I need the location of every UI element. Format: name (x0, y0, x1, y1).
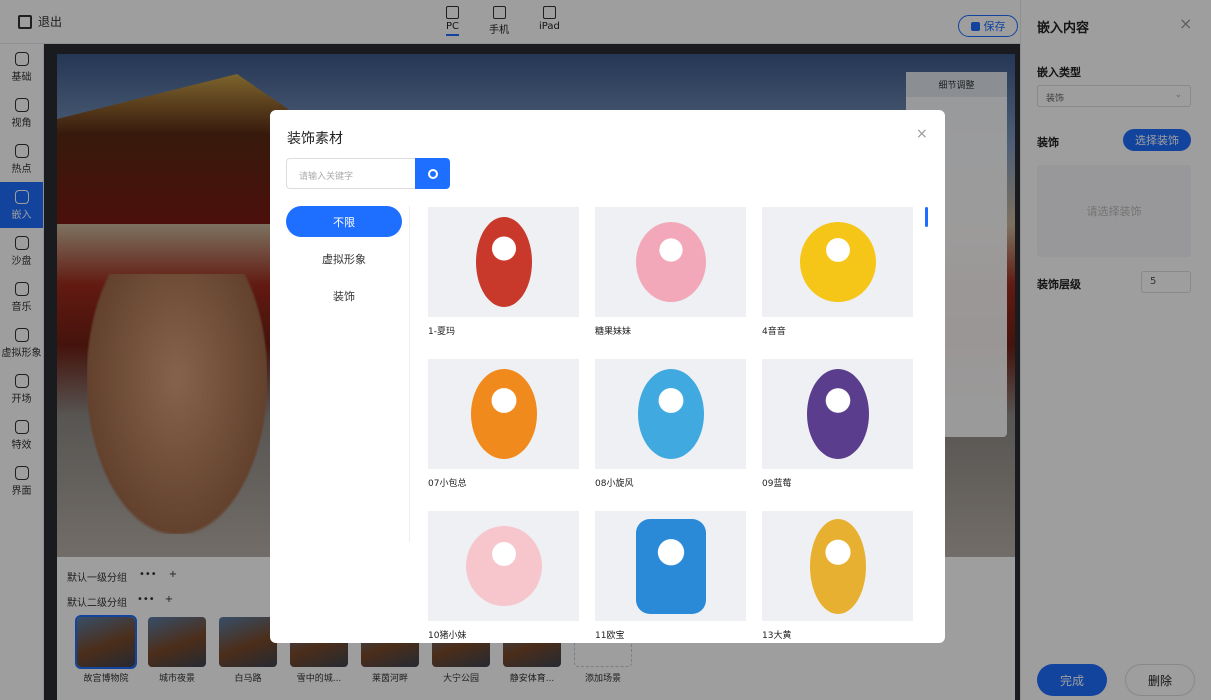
search-input[interactable]: 请输入关键字 (286, 158, 416, 189)
material-card[interactable]: 11欧宝 (595, 511, 746, 641)
material-card[interactable]: 糖果妹妹 (595, 207, 746, 337)
decor-material-modal: 装饰素材 × 请输入关键字 不限 虚拟形象 装饰 1-夏玛 糖果妹妹 4音音 0… (270, 110, 945, 643)
category-avatar[interactable]: 虚拟形象 (286, 243, 402, 274)
material-card[interactable]: 1-夏玛 (428, 207, 579, 337)
character-image (762, 359, 913, 469)
modal-title: 装饰素材 (287, 131, 343, 147)
character-figure (799, 222, 876, 302)
character-figure (809, 518, 866, 614)
character-figure (470, 369, 537, 459)
character-image (428, 207, 579, 317)
material-card[interactable]: 13大黄 (762, 511, 913, 641)
material-card[interactable]: 10猪小妹 (428, 511, 579, 641)
character-figure (465, 526, 542, 606)
category-decor[interactable]: 装饰 (286, 280, 402, 311)
character-image (428, 359, 579, 469)
material-name: 糖果妹妹 (595, 327, 632, 337)
character-image (762, 511, 913, 621)
material-name: 08小旋风 (595, 479, 634, 489)
character-figure (635, 222, 706, 302)
material-name: 4音音 (762, 327, 786, 337)
character-figure (637, 369, 704, 459)
search-button[interactable] (415, 158, 450, 189)
material-name: 13大黄 (762, 631, 792, 641)
character-figure (806, 369, 869, 459)
material-card[interactable]: 07小包总 (428, 359, 579, 489)
character-image (428, 511, 579, 621)
character-image (762, 207, 913, 317)
search-icon (427, 168, 438, 179)
material-card[interactable]: 08小旋风 (595, 359, 746, 489)
material-card[interactable]: 09蓝莓 (762, 359, 913, 489)
material-name: 10猪小妹 (428, 631, 467, 641)
category-all[interactable]: 不限 (286, 206, 402, 237)
character-image (595, 359, 746, 469)
category-list: 不限 虚拟形象 装饰 (286, 206, 410, 542)
character-figure (475, 217, 532, 307)
material-name: 1-夏玛 (428, 327, 455, 337)
material-name: 09蓝莓 (762, 479, 792, 489)
scrollbar[interactable] (925, 207, 928, 227)
material-name: 11欧宝 (595, 631, 625, 641)
material-grid: 1-夏玛 糖果妹妹 4音音 07小包总 08小旋风 09蓝莓 10猪小妹 11欧… (428, 207, 918, 643)
character-image (595, 511, 746, 621)
close-icon[interactable]: × (916, 126, 928, 142)
material-card[interactable]: 4音音 (762, 207, 913, 337)
character-image (595, 207, 746, 317)
material-name: 07小包总 (428, 479, 467, 489)
character-figure (635, 518, 706, 614)
